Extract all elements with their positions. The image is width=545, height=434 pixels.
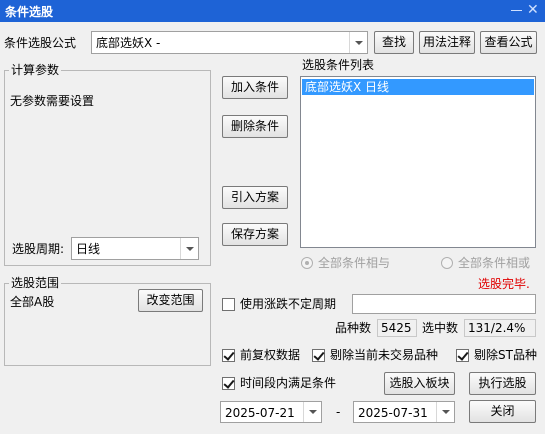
exclude-st-checkbox[interactable] — [456, 349, 469, 362]
forward-adjust-label: 前复权数据 — [240, 348, 301, 362]
usage-notes-button[interactable]: 用法注释 — [419, 31, 475, 54]
conditions-title: 选股条件列表 — [302, 58, 375, 72]
minimize-icon[interactable] — [511, 10, 522, 11]
end-date-picker[interactable]: 2025-07-31 — [353, 401, 455, 423]
condition-item[interactable]: 底部选妖X 日线 — [302, 79, 534, 95]
variable-period-checkbox[interactable] — [222, 298, 235, 311]
import-scheme-button[interactable]: 引入方案 — [222, 186, 288, 209]
count-label: 品种数 — [335, 321, 372, 335]
params-group-title: 计算参数 — [9, 63, 62, 77]
all-or-label: 全部条件相或 — [458, 256, 531, 270]
find-button[interactable]: 查找 — [374, 31, 414, 54]
start-date-picker[interactable]: 2025-07-21 — [220, 401, 322, 423]
title-bar[interactable]: 条件选股 ✕ — [0, 0, 545, 22]
save-scheme-button[interactable]: 保存方案 — [222, 223, 288, 246]
change-range-button[interactable]: 改变范围 — [138, 289, 203, 312]
end-date-value: 2025-07-31 — [358, 406, 428, 420]
close-icon[interactable]: ✕ — [527, 2, 539, 18]
close-button[interactable]: 关闭 — [469, 400, 536, 423]
chevron-down-icon[interactable] — [436, 402, 454, 422]
all-and-radio[interactable] — [301, 257, 313, 269]
start-date-value: 2025-07-21 — [225, 406, 295, 420]
forward-adjust-checkbox[interactable] — [222, 349, 235, 362]
range-group-title: 选股范围 — [9, 276, 62, 290]
exclude-untraded-label: 剔除当前未交易品种 — [330, 348, 439, 362]
chevron-down-icon[interactable] — [349, 32, 367, 53]
formula-select[interactable]: 底部选妖X - — [91, 31, 368, 54]
count-value: 5425 — [377, 319, 417, 337]
period-label: 选股周期: — [12, 242, 65, 256]
variable-period-label: 使用涨跌不定周期 — [240, 297, 337, 311]
window-title: 条件选股 — [5, 5, 54, 19]
status-message: 选股完毕. — [478, 277, 530, 291]
exclude-untraded-checkbox[interactable] — [312, 349, 325, 362]
exclude-st-label: 剔除ST品种 — [474, 348, 537, 362]
period-select-value: 日线 — [76, 242, 101, 256]
view-formula-button[interactable]: 查看公式 — [480, 31, 537, 54]
add-condition-button[interactable]: 加入条件 — [222, 76, 288, 99]
execute-button[interactable]: 执行选股 — [469, 372, 536, 395]
time-range-label: 时间段内满足条件 — [240, 376, 337, 390]
chevron-down-icon[interactable] — [303, 402, 321, 422]
time-range-checkbox[interactable] — [222, 377, 235, 390]
params-message: 无参数需要设置 — [10, 94, 95, 108]
date-separator: - — [336, 405, 341, 419]
delete-condition-button[interactable]: 删除条件 — [222, 115, 288, 138]
chevron-down-icon[interactable] — [180, 238, 198, 259]
variable-period-input[interactable] — [352, 294, 536, 314]
all-or-radio[interactable] — [441, 257, 453, 269]
period-select[interactable]: 日线 — [71, 237, 199, 260]
conditions-list[interactable]: 底部选妖X 日线 — [300, 76, 536, 248]
range-value: 全部A股 — [10, 295, 55, 309]
formula-select-value: 底部选妖X - — [96, 36, 161, 50]
all-and-label: 全部条件相与 — [318, 256, 391, 270]
selected-count-label: 选中数 — [422, 321, 459, 335]
add-to-block-button[interactable]: 选股入板块 — [384, 372, 455, 395]
selected-count-value: 131/2.4% — [464, 319, 536, 337]
formula-label: 条件选股公式 — [4, 36, 77, 50]
